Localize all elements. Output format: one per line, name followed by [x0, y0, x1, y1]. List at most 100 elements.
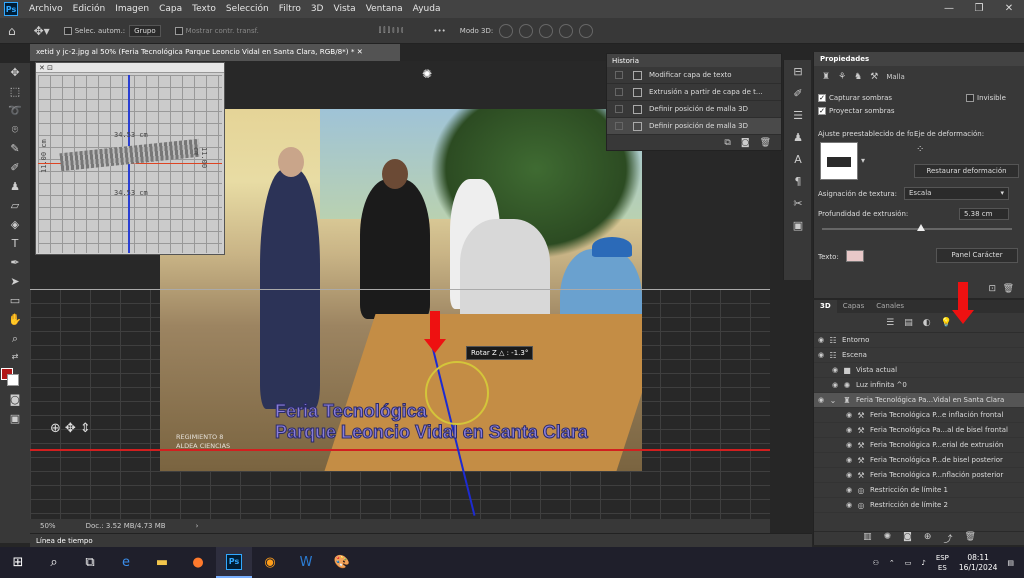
- scene-item-material[interactable]: ◉ ⚒ Feria Tecnológica P...e inflación fron…: [814, 408, 1024, 423]
- path-select-icon[interactable]: ➤: [0, 272, 30, 291]
- orbit-camera-icon[interactable]: ⊕: [50, 421, 61, 436]
- coordinates-tab-icon[interactable]: ⚒: [870, 72, 878, 82]
- properties-title[interactable]: Propiedades: [814, 52, 1024, 66]
- eye-icon[interactable]: ◉: [842, 501, 856, 509]
- scene-item-scene[interactable]: ◉ ☷ Escena: [814, 348, 1024, 363]
- menu-ayuda[interactable]: Ayuda: [408, 4, 446, 14]
- snapshot-camera-icon[interactable]: ◙: [741, 138, 750, 148]
- zoom-tool-icon[interactable]: ⌕: [0, 329, 30, 348]
- eye-icon[interactable]: ◉: [842, 456, 856, 464]
- secondary-view-panel[interactable]: ✕ ⊡ 34.53 cm 34.53 cm 11.00 cm 11.00 cm: [35, 62, 225, 255]
- screen-mode-icon[interactable]: ▣: [0, 409, 30, 428]
- scene-item-material[interactable]: ◉ ⚒ Feria Tecnológica P...erial de extrusi…: [814, 438, 1024, 453]
- scene-item-mesh[interactable]: ◉ ⌄ ♜ Feria Tecnológica Pa...Vidal en Santa…: [814, 393, 1024, 408]
- home-icon[interactable]: ⌂: [8, 24, 16, 38]
- rectangle-tool-icon[interactable]: ▭: [0, 291, 30, 310]
- maximize-button[interactable]: ❐: [964, 0, 994, 18]
- secondary-view-header[interactable]: ✕ ⊡: [36, 63, 224, 73]
- slide-3d-icon[interactable]: [559, 23, 574, 38]
- move-tool-icon[interactable]: ✥: [0, 63, 30, 82]
- eye-icon[interactable]: ◉: [814, 396, 828, 404]
- brush-tool-icon[interactable]: ✐: [0, 158, 30, 177]
- marquee-tool-icon[interactable]: ⬚: [0, 82, 30, 101]
- trash-icon[interactable]: 🗑: [760, 138, 771, 148]
- menu-vista[interactable]: Vista: [328, 4, 360, 14]
- scene-item-infinite-light[interactable]: ◉ ✺ Luz infinita ^0: [814, 378, 1024, 393]
- render-icon[interactable]: ⊡: [988, 284, 996, 294]
- menu-capa[interactable]: Capa: [154, 4, 187, 14]
- expand-arrow-icon[interactable]: ⌄: [828, 396, 838, 405]
- eye-icon[interactable]: ◉: [814, 351, 828, 359]
- quick-mask-icon[interactable]: ◙: [0, 390, 30, 409]
- photoshop-taskbar-icon[interactable]: Ps: [216, 547, 252, 578]
- history-item[interactable]: Definir posición de malla 3D: [607, 101, 781, 118]
- tab-3d[interactable]: 3D: [814, 300, 837, 313]
- scene-item-environment[interactable]: ◉ ☷ Entorno: [814, 333, 1024, 348]
- cast-shadows-checkbox[interactable]: ✓: [818, 107, 826, 115]
- menu-texto[interactable]: Texto: [187, 4, 221, 14]
- add-constraint-icon[interactable]: ⊕: [924, 532, 932, 545]
- stamp-tool-icon[interactable]: ♟: [0, 177, 30, 196]
- align-icons[interactable]: ⫿ ⫿ ⫿ ⫾ ⫾ ⫾: [379, 26, 404, 35]
- deform-axis-icon[interactable]: ⁘: [916, 144, 924, 155]
- pan-3d-icon[interactable]: [539, 23, 554, 38]
- add-mesh-icon[interactable]: ▥: [863, 532, 872, 545]
- scene-item-constraint[interactable]: ◉ ◎ Restricción de límite 2: [814, 498, 1024, 513]
- notifications-icon[interactable]: ▤: [1007, 559, 1014, 567]
- pen-tool-icon[interactable]: ✒: [0, 253, 30, 272]
- scene-item-material[interactable]: ◉ ⚒ Feria Tecnológica P...nflación posteri…: [814, 468, 1024, 483]
- document-tab[interactable]: xetid y jc-2.jpg al 50% (Feria Tecnológi…: [30, 44, 400, 61]
- menu-seleccion[interactable]: Selección: [221, 4, 274, 14]
- people-icon[interactable]: ⚇: [873, 559, 879, 567]
- pan-camera-icon[interactable]: ✥: [65, 421, 76, 436]
- eye-icon[interactable]: ◉: [842, 486, 856, 494]
- history-title[interactable]: Historia: [607, 54, 781, 67]
- scale-3d-icon[interactable]: [579, 23, 594, 38]
- hand-tool-icon[interactable]: ✋: [0, 310, 30, 329]
- menu-imagen[interactable]: Imagen: [110, 4, 154, 14]
- eye-icon[interactable]: ◉: [842, 471, 856, 479]
- filter-material-icon[interactable]: ◐: [923, 318, 931, 328]
- extrusion-depth-input[interactable]: 5.38 cm: [959, 208, 1009, 220]
- preset-dropdown-arrow[interactable]: ▾: [861, 156, 865, 165]
- scene-item-material[interactable]: ◉ ⚒ Feria Tecnológica Pa...al de bisel fro…: [814, 423, 1024, 438]
- render-button-icon[interactable]: ◙: [903, 532, 912, 545]
- export-icon[interactable]: ⤴: [943, 532, 952, 545]
- shape-preset-picker[interactable]: [820, 142, 858, 180]
- properties-icon[interactable]: ⊟: [784, 60, 812, 82]
- restore-deformation-button[interactable]: Restaurar deformación: [914, 164, 1019, 178]
- color-swatches[interactable]: [0, 364, 30, 390]
- windows-start-icon[interactable]: ⊞: [0, 547, 36, 578]
- tools-preset-icon[interactable]: ✂: [784, 192, 812, 214]
- background-color-swatch[interactable]: [7, 374, 19, 386]
- type-tool-icon[interactable]: T: [0, 234, 30, 253]
- show-transform-checkbox[interactable]: [174, 26, 183, 35]
- filter-scene-icon[interactable]: ☰: [886, 318, 894, 328]
- eye-icon[interactable]: ◉: [814, 336, 828, 344]
- eye-icon[interactable]: ◉: [828, 366, 842, 374]
- lasso-tool-icon[interactable]: ➰: [0, 101, 30, 120]
- filter-light-icon[interactable]: 💡: [941, 318, 952, 328]
- light-icon[interactable]: ✺: [422, 67, 432, 81]
- clock[interactable]: 08:11 16/1/2024: [959, 553, 997, 573]
- firefox-icon[interactable]: ●: [180, 547, 216, 578]
- delete-icon[interactable]: 🗑: [1003, 284, 1014, 294]
- eraser-tool-icon[interactable]: ▱: [0, 196, 30, 215]
- eye-icon[interactable]: ◉: [842, 411, 856, 419]
- menu-3d[interactable]: 3D: [306, 4, 329, 14]
- volume-icon[interactable]: ♪: [921, 559, 925, 567]
- history-item[interactable]: Modificar capa de texto: [607, 67, 781, 84]
- brush-settings-icon[interactable]: ✐: [784, 82, 812, 104]
- character-icon[interactable]: A: [784, 148, 812, 170]
- paragraph-icon[interactable]: ¶: [784, 170, 812, 192]
- language-indicator[interactable]: ESP ES: [936, 553, 949, 573]
- close-button[interactable]: ✕: [994, 0, 1024, 18]
- extrusion-depth-slider-thumb[interactable]: [916, 224, 925, 231]
- eye-icon[interactable]: ◉: [842, 441, 856, 449]
- orbit-3d-icon[interactable]: [499, 23, 514, 38]
- eye-icon[interactable]: ◉: [828, 381, 842, 389]
- deform-tab-icon[interactable]: ⚘: [838, 72, 846, 82]
- auto-select-dropdown[interactable]: Grupo: [129, 24, 161, 37]
- zoom-level[interactable]: 50%: [40, 522, 56, 530]
- auto-select-checkbox[interactable]: [63, 26, 72, 35]
